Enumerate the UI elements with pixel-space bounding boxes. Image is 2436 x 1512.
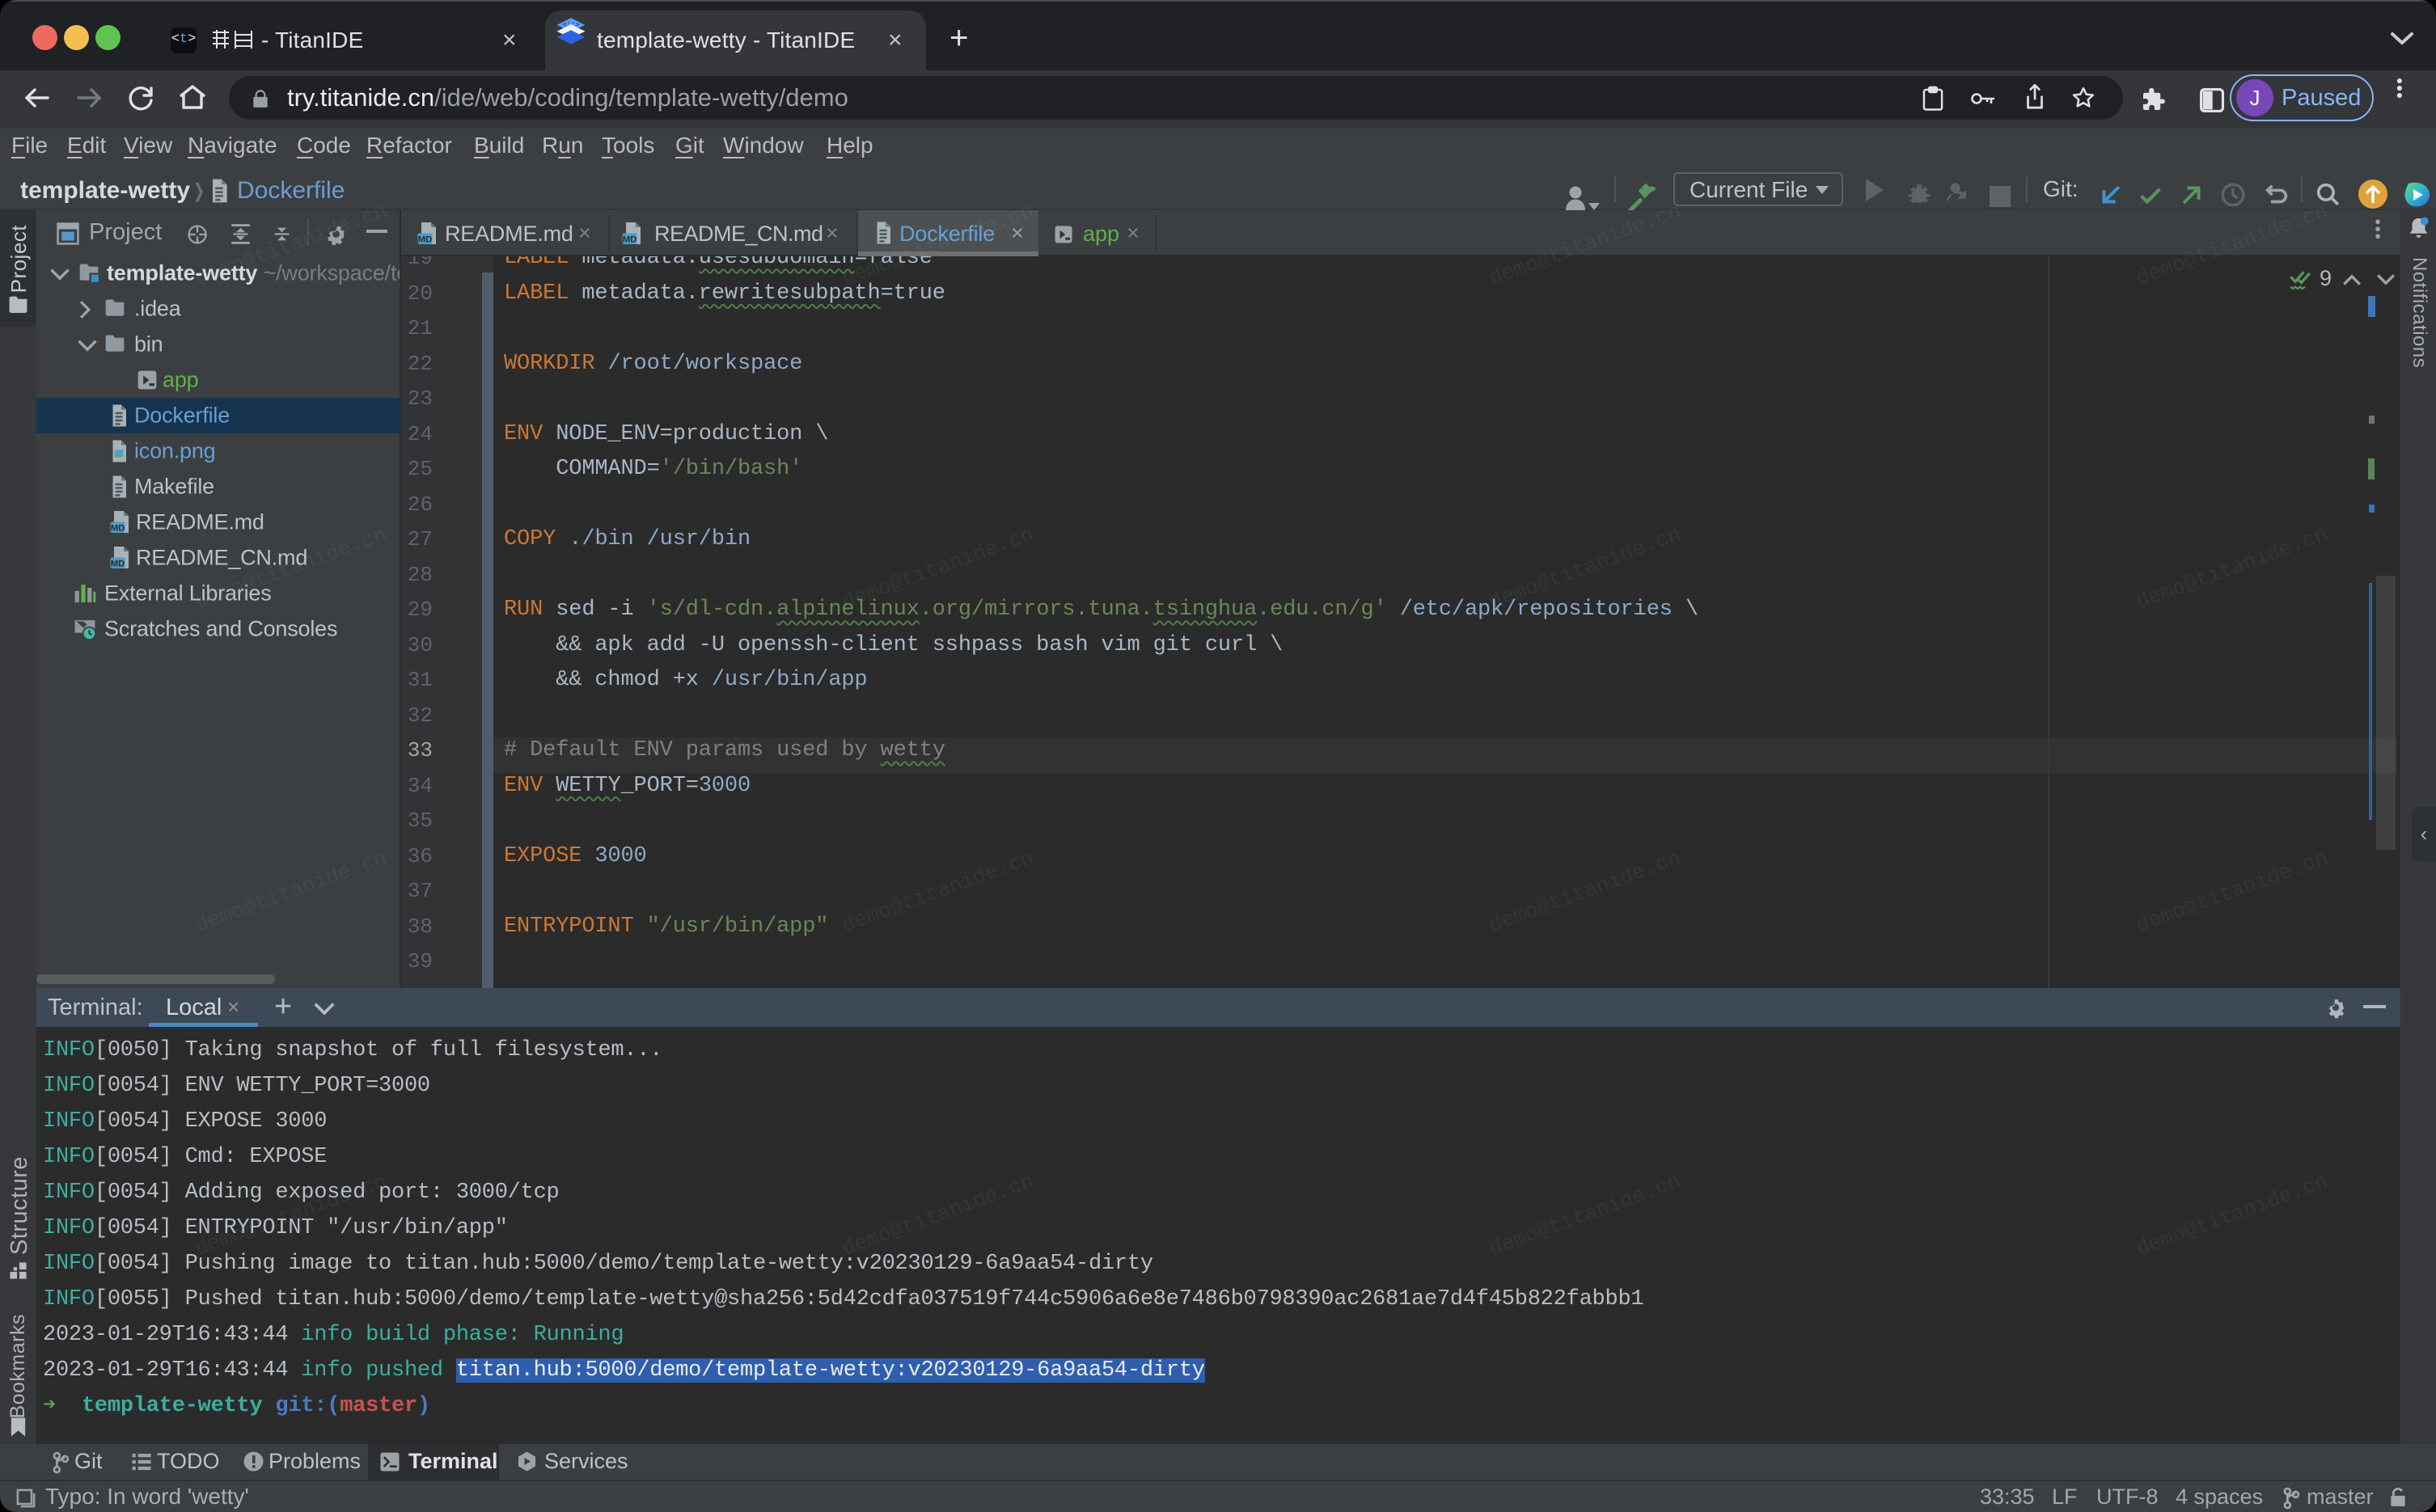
svg-text:<''>: <''>: [563, 21, 580, 29]
svg-text:MD: MD: [111, 559, 125, 568]
svg-text:MD: MD: [623, 234, 637, 244]
svg-text:MD: MD: [418, 234, 433, 244]
svg-text:MD: MD: [111, 523, 125, 533]
